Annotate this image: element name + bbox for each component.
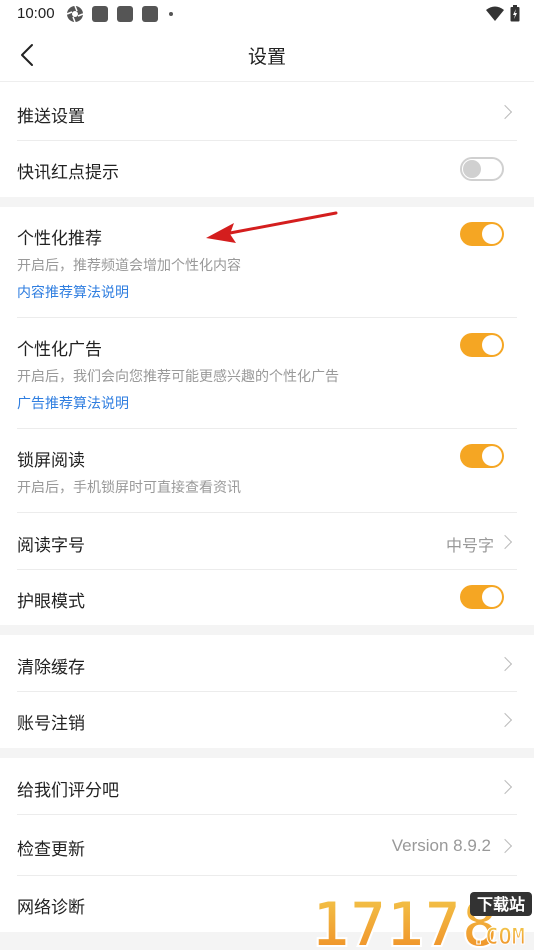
font-size-value: 中号字 [445, 536, 494, 555]
watermark-domain: .COM [472, 925, 525, 950]
setting-description: 开启后，推荐频道会增加个性化内容 [17, 258, 241, 274]
status-system-icons [486, 5, 520, 22]
chevron-right-icon [497, 838, 513, 854]
watermark-logo: 17178 下载站 .COM [311, 887, 534, 950]
chevron-right-icon [497, 534, 513, 550]
notification-icon [117, 6, 133, 22]
setting-label: 个性化广告 [17, 340, 102, 360]
notification-icon [92, 6, 108, 22]
setting-label: 检查更新 [17, 840, 85, 860]
personal-rec-toggle[interactable] [460, 222, 504, 246]
status-bar: 10:00 [0, 0, 534, 28]
chevron-right-icon [497, 712, 513, 728]
setting-cancel-account[interactable]: 账号注销 [0, 692, 534, 748]
page-title: 设置 [247, 46, 286, 68]
setting-description: 开启后，手机锁屏时可直接查看资讯 [17, 480, 241, 496]
annotation-arrow-icon [206, 211, 338, 243]
setting-label: 个性化推荐 [17, 229, 102, 249]
setting-label: 快讯红点提示 [17, 163, 119, 183]
setting-label: 锁屏阅读 [17, 451, 85, 471]
status-notification-icons [66, 5, 173, 23]
setting-eye-care: 护眼模式 [0, 570, 534, 625]
chevron-right-icon [497, 779, 513, 795]
setting-label: 护眼模式 [17, 592, 85, 612]
ads-algorithm-link[interactable]: 广告推荐算法说明 [17, 393, 129, 413]
aperture-icon [66, 5, 84, 23]
watermark-badge: 下载站 [477, 895, 525, 914]
flash-dot-toggle[interactable] [460, 157, 504, 181]
setting-push[interactable]: 推送设置 [0, 83, 534, 141]
lock-read-toggle[interactable] [460, 444, 504, 468]
setting-personal-ads: 个性化广告 开启后，我们会向您推荐可能更感兴趣的个性化广告 广告推荐算法说明 [0, 318, 534, 429]
setting-check-update[interactable]: 检查更新 Version 8.9.2 [0, 815, 534, 876]
chevron-right-icon [497, 656, 513, 672]
setting-flash-dot: 快讯红点提示 [0, 141, 534, 197]
section-gap [0, 748, 534, 758]
more-notifications-icon [169, 12, 173, 16]
rec-algorithm-link[interactable]: 内容推荐算法说明 [17, 282, 129, 302]
nav-bar: 设置 [0, 28, 534, 82]
eye-care-toggle[interactable] [460, 585, 504, 609]
setting-label: 推送设置 [17, 107, 85, 127]
personal-ads-toggle[interactable] [460, 333, 504, 357]
setting-label: 清除缓存 [17, 658, 85, 678]
setting-lock-read: 锁屏阅读 开启后，手机锁屏时可直接查看资讯 [0, 429, 534, 513]
setting-clear-cache[interactable]: 清除缓存 [0, 635, 534, 692]
status-time: 10:00 [17, 5, 55, 22]
notification-icon [142, 6, 158, 22]
wifi-icon [486, 6, 504, 21]
setting-font-size[interactable]: 阅读字号 中号字 [0, 513, 534, 570]
setting-rate-us[interactable]: 给我们评分吧 [0, 758, 534, 815]
setting-description: 开启后，我们会向您推荐可能更感兴趣的个性化广告 [17, 369, 339, 385]
setting-label: 阅读字号 [17, 536, 85, 556]
chevron-right-icon [497, 104, 513, 120]
setting-label: 账号注销 [17, 714, 85, 734]
battery-charging-icon [510, 5, 520, 22]
version-value: Version 8.9.2 [391, 836, 491, 855]
setting-label: 网络诊断 [17, 898, 85, 918]
section-gap [0, 625, 534, 635]
setting-label: 给我们评分吧 [17, 781, 119, 801]
